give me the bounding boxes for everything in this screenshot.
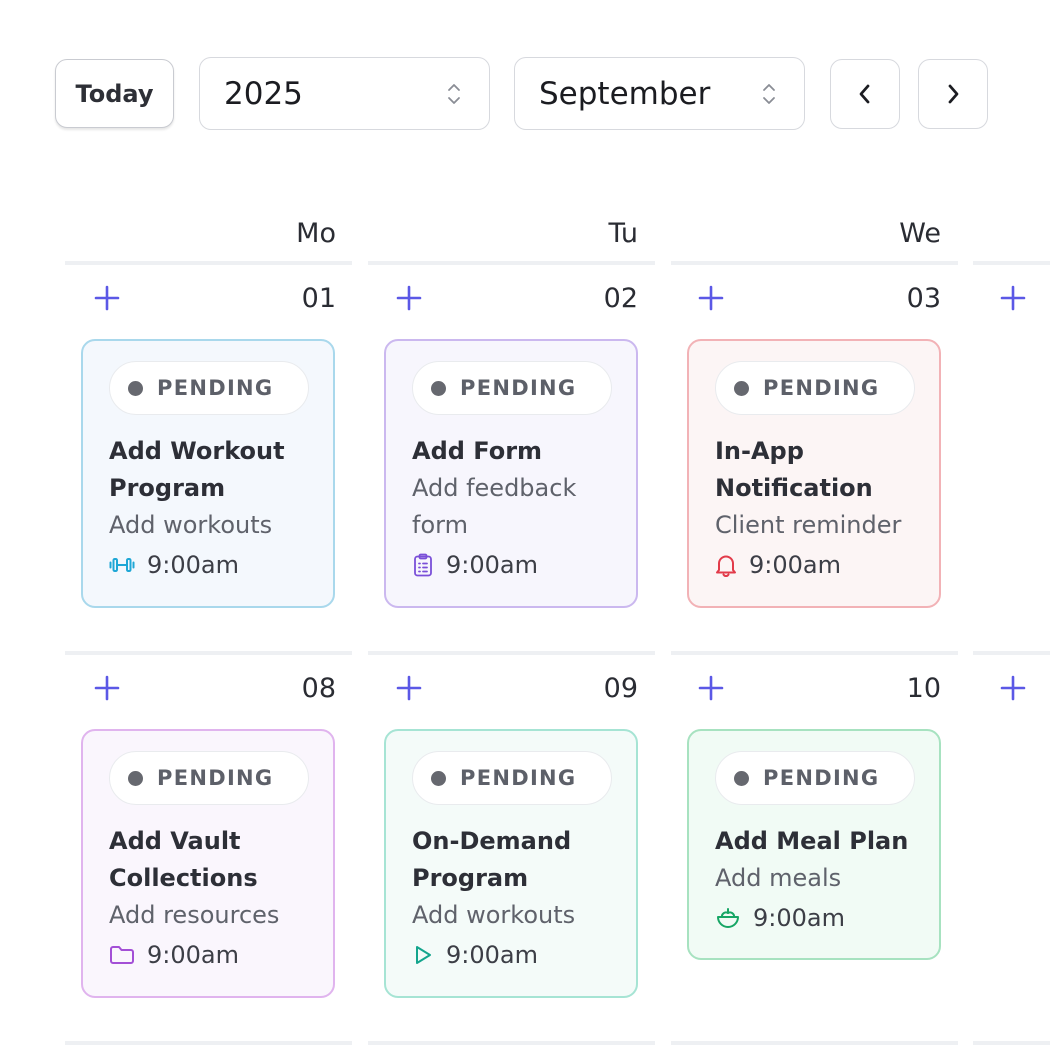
add-event-plus-icon[interactable] [1000, 285, 1026, 311]
event-title: Add Vault Collections [109, 827, 258, 892]
next-month-button[interactable] [918, 59, 988, 129]
date-number: 03 [906, 283, 941, 314]
date-number: 02 [603, 283, 638, 314]
event-time-label: 9:00am [147, 551, 239, 579]
add-event-plus-icon[interactable] [396, 675, 422, 701]
add-event-plus-icon[interactable] [396, 285, 422, 311]
previous-month-button[interactable] [830, 59, 900, 129]
add-event-plus-icon[interactable] [94, 675, 120, 701]
status-dot [128, 770, 143, 786]
event-subtitle: Add workouts [109, 511, 273, 539]
status-badge: PENDING [715, 361, 915, 415]
chevron-right-icon [948, 84, 959, 104]
event-time: 9:00am [715, 546, 915, 584]
day-header-tuesday: Tu [608, 218, 638, 249]
event-time: 9:00am [412, 936, 612, 974]
status-dot [734, 380, 749, 396]
status-badge: PENDING [412, 361, 612, 415]
date-number: 08 [301, 673, 336, 704]
status-dot [128, 380, 143, 396]
day-divider [368, 1041, 655, 1045]
status-dot [734, 770, 749, 786]
event-time-label: 9:00am [749, 551, 841, 579]
event-time: 9:00am [715, 899, 915, 937]
status-badge: PENDING [109, 361, 309, 415]
day-divider [65, 1041, 352, 1045]
status-dot [431, 770, 446, 786]
day-divider [671, 651, 958, 655]
calendar-toolbar: Today 2025 September [55, 57, 1050, 131]
event-card[interactable]: PENDING Add Meal Plan Add meals 9:00am [687, 729, 941, 960]
event-card[interactable]: PENDING On-Demand Program Add workouts 9… [384, 729, 638, 998]
year-select-value: 2025 [224, 75, 303, 112]
event-title: Add Workout Program [109, 437, 285, 502]
date-number: 01 [301, 283, 336, 314]
event-time-label: 9:00am [446, 551, 538, 579]
clipboard-icon [414, 553, 432, 577]
event-subtitle: Client reminder [715, 511, 902, 539]
status-dot [431, 380, 446, 396]
select-arrows-icon [448, 84, 460, 104]
status-label: PENDING [460, 766, 577, 790]
add-event-plus-icon[interactable] [698, 675, 724, 701]
event-time: 9:00am [109, 936, 309, 974]
today-button[interactable]: Today [55, 59, 174, 128]
event-subtitle: Add resources [109, 901, 280, 929]
status-label: PENDING [460, 376, 577, 400]
day-divider [973, 261, 1050, 265]
event-title: In-App Notification [715, 437, 873, 502]
date-number: 10 [906, 673, 941, 704]
year-select[interactable]: 2025 [199, 57, 490, 130]
day-divider [65, 261, 352, 265]
play-icon [416, 946, 431, 964]
salad-bowl-icon [717, 908, 739, 928]
event-subtitle: Add workouts [412, 901, 576, 929]
day-divider [973, 651, 1050, 655]
event-title: Add Form [412, 437, 543, 465]
event-time-label: 9:00am [147, 941, 239, 969]
month-select[interactable]: September [514, 57, 805, 130]
folder-icon [110, 946, 134, 964]
dumbbell-icon [109, 558, 135, 572]
status-badge: PENDING [412, 751, 612, 805]
status-label: PENDING [157, 766, 274, 790]
select-arrows-icon [763, 84, 775, 104]
day-divider [671, 261, 958, 265]
day-divider [65, 651, 352, 655]
event-card[interactable]: PENDING Add Vault Collections Add resour… [81, 729, 335, 998]
event-card[interactable]: PENDING In-App Notification Client remin… [687, 339, 941, 608]
day-divider [368, 651, 655, 655]
add-event-plus-icon[interactable] [698, 285, 724, 311]
event-title: On-Demand Program [412, 827, 572, 892]
event-time: 9:00am [412, 546, 612, 584]
event-title: Add Meal Plan [715, 827, 909, 855]
event-time-label: 9:00am [446, 941, 538, 969]
event-card[interactable]: PENDING Add Form Add feedback form 9:00a… [384, 339, 638, 608]
add-event-plus-icon[interactable] [94, 285, 120, 311]
day-header-wednesday: We [899, 218, 941, 249]
event-subtitle: Add feedback form [412, 474, 577, 539]
status-label: PENDING [763, 376, 880, 400]
event-time-label: 9:00am [753, 904, 845, 932]
event-card[interactable]: PENDING Add Workout Program Add workouts… [81, 339, 335, 608]
status-badge: PENDING [715, 751, 915, 805]
status-label: PENDING [157, 376, 274, 400]
day-divider [973, 1041, 1050, 1045]
status-badge: PENDING [109, 751, 309, 805]
event-time: 9:00am [109, 546, 309, 584]
day-header-monday: Mo [296, 218, 336, 249]
day-divider [671, 1041, 958, 1045]
month-select-value: September [539, 75, 711, 112]
chevron-left-icon [859, 84, 870, 104]
add-event-plus-icon[interactable] [1000, 675, 1026, 701]
event-subtitle: Add meals [715, 864, 842, 892]
status-label: PENDING [763, 766, 880, 790]
bell-icon [716, 555, 736, 577]
day-divider [368, 261, 655, 265]
date-number: 09 [603, 673, 638, 704]
